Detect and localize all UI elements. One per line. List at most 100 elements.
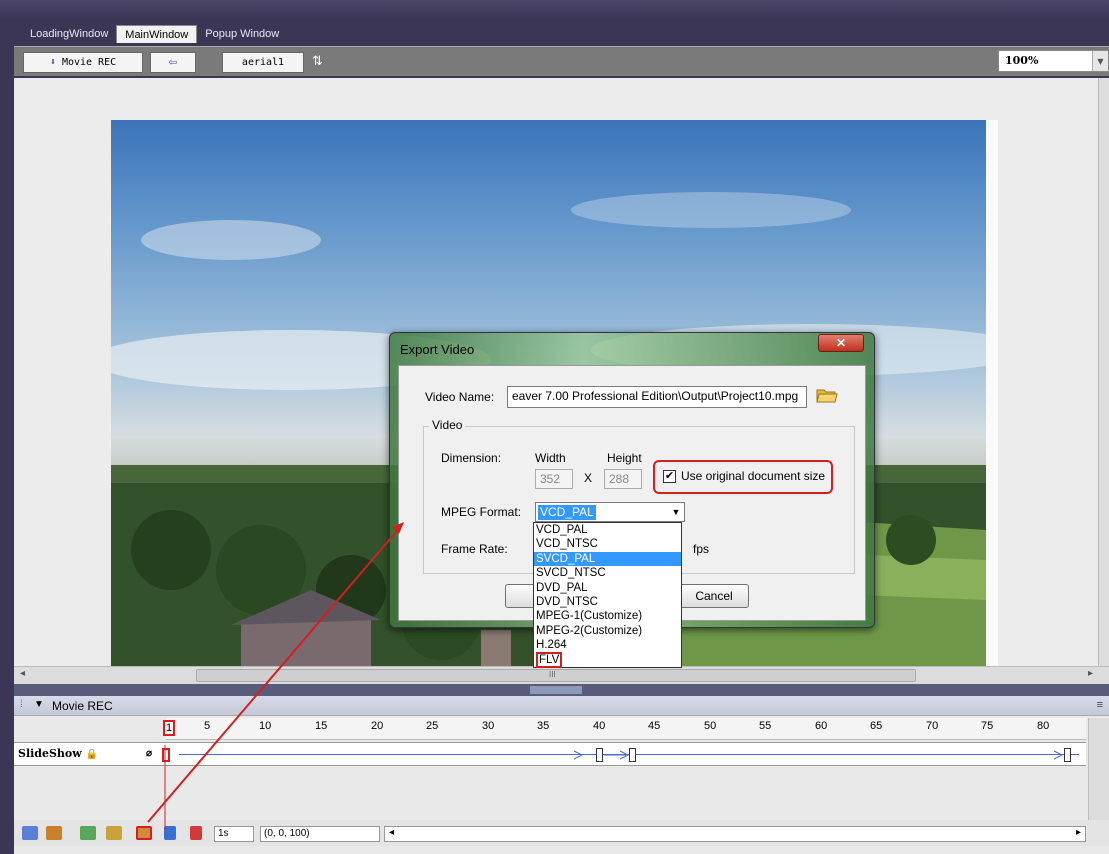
- keyframe[interactable]: [1064, 748, 1071, 762]
- canvas-edge: [986, 120, 998, 666]
- panel-menu-icon[interactable]: ≡: [1097, 699, 1103, 711]
- ruler-tick: 10: [259, 720, 272, 732]
- fps-label: fps: [693, 542, 710, 556]
- ruler-tick: 55: [759, 720, 772, 732]
- keyframe-start[interactable]: [162, 748, 170, 762]
- use-original-size-highlight: ✔ Use original document size: [653, 460, 833, 494]
- back-arrow-icon[interactable]: ⇦: [150, 52, 196, 73]
- panel-splitter[interactable]: [14, 684, 1109, 696]
- cancel-button[interactable]: Cancel: [679, 584, 749, 608]
- ruler-tick: 50: [704, 720, 717, 732]
- scroll-right-icon[interactable]: ▸: [1088, 668, 1093, 679]
- ruler-tick: 45: [648, 720, 661, 732]
- mpeg-format-dropdown-list: VCD_PAL VCD_NTSC SVCD_PAL SVCD_NTSC DVD_…: [533, 522, 682, 668]
- width-input[interactable]: 352: [535, 469, 573, 489]
- option-svcd-ntsc[interactable]: SVCD_NTSC: [534, 566, 681, 580]
- chevron-down-icon[interactable]: ▼: [1092, 51, 1108, 71]
- ruler-tick: 35: [537, 720, 550, 732]
- video-name-input[interactable]: eaver 7.00 Professional Edition\Output\P…: [507, 386, 807, 408]
- timeline-horizontal-scrollbar[interactable]: ◂ ▸: [384, 826, 1086, 842]
- timeline-toolbar: 1s (0, 0, 100) ◂ ▸: [14, 820, 1109, 846]
- layer-select[interactable]: aerial1: [222, 52, 304, 73]
- option-mpeg1-customize[interactable]: MPEG-1(Customize): [534, 609, 681, 623]
- ruler-tick: 5: [204, 720, 211, 732]
- mpeg-format-value: VCD_PAL: [538, 505, 596, 520]
- download-arrow-icon: ⬇: [49, 57, 56, 68]
- horizontal-scroll-thumb[interactable]: III: [196, 669, 916, 682]
- export-video-icon[interactable]: [136, 826, 152, 840]
- ruler-tick: 65: [870, 720, 883, 732]
- ruler-tick: 75: [981, 720, 994, 732]
- option-dvd-ntsc[interactable]: DVD_NTSC: [534, 595, 681, 609]
- option-dvd-pal[interactable]: DVD_PAL: [534, 581, 681, 595]
- option-vcd-ntsc[interactable]: VCD_NTSC: [534, 537, 681, 551]
- ruler-tick: 15: [315, 720, 328, 732]
- lock-icon[interactable]: 🔒: [86, 749, 98, 760]
- delete-layer-icon[interactable]: [190, 826, 202, 840]
- keyframe[interactable]: [596, 748, 603, 762]
- scroll-right-icon[interactable]: ▸: [1076, 827, 1081, 838]
- ruler-tick: 80: [1037, 720, 1050, 732]
- collapse-triangle-icon[interactable]: ▼: [34, 699, 44, 710]
- vertical-scrollbar[interactable]: [1098, 78, 1109, 666]
- chevron-down-icon[interactable]: ▼: [668, 503, 684, 521]
- frame-rate-label: Frame Rate:: [441, 542, 508, 556]
- zoom-value: 100%: [1005, 54, 1039, 67]
- video-name-label: Video Name:: [425, 390, 495, 404]
- tab-popup-window[interactable]: Popup Window: [197, 25, 287, 43]
- tab-main-window[interactable]: MainWindow: [116, 25, 198, 43]
- dimension-label: Dimension:: [441, 451, 502, 465]
- dimension-x-label: X: [584, 471, 593, 485]
- grip-icon: III: [549, 670, 556, 679]
- scroll-left-icon[interactable]: ◂: [20, 668, 25, 679]
- layer-name-label: SlideShow: [18, 747, 82, 760]
- ruler-tick: 70: [926, 720, 939, 732]
- keyframe[interactable]: [629, 748, 636, 762]
- scroll-left-icon[interactable]: ◂: [389, 827, 394, 838]
- movie-rec-button[interactable]: ⬇ Movie REC: [23, 52, 143, 73]
- tab-loading-window[interactable]: LoadingWindow: [22, 25, 116, 43]
- timeline-header: ⁞ ▼ Movie REC ≡: [14, 696, 1109, 716]
- option-vcd-pal[interactable]: VCD_PAL: [534, 523, 681, 537]
- horizontal-scrollbar[interactable]: ◂ III ▸: [14, 666, 1109, 684]
- option-flv[interactable]: FLV: [534, 651, 681, 668]
- frame-duration-field[interactable]: 1s: [214, 826, 254, 842]
- use-original-size-checkbox[interactable]: ✔: [663, 470, 676, 483]
- keyframe-copy-icon[interactable]: [106, 826, 122, 840]
- mpeg-format-label: MPEG Format:: [441, 505, 522, 519]
- width-label: Width: [535, 451, 566, 465]
- mpeg-format-select[interactable]: VCD_PAL ▼: [535, 502, 685, 522]
- timeline-title: Movie REC: [52, 699, 113, 713]
- option-mpeg2-customize[interactable]: MPEG-2(Customize): [534, 624, 681, 638]
- close-icon[interactable]: ✕: [818, 334, 864, 352]
- ruler-tick: 1: [163, 720, 176, 736]
- timeline-vertical-scrollbar[interactable]: [1088, 718, 1109, 820]
- ruler-tick: 60: [815, 720, 828, 732]
- coordinates-field[interactable]: (0, 0, 100): [260, 826, 380, 842]
- timeline-panel: ⁞ ▼ Movie REC ≡ 1 5 10 15 20 25 30 35 40…: [14, 696, 1109, 854]
- ruler-tick: 20: [371, 720, 384, 732]
- layer-name[interactable]: SlideShow 🔒 ⌀: [18, 744, 158, 764]
- zoom-select[interactable]: 100% ▼: [998, 50, 1109, 72]
- sort-icon[interactable]: ⇅: [312, 53, 323, 69]
- add-frame-icon[interactable]: [22, 826, 38, 840]
- video-group-label: Video: [429, 418, 466, 432]
- grip-icon: ⁞: [20, 699, 23, 710]
- add-layer-icon[interactable]: [164, 826, 176, 840]
- dialog-title: Export Video: [400, 342, 475, 357]
- app-title-strip: [0, 0, 1109, 22]
- visibility-icon[interactable]: ⌀: [146, 744, 152, 764]
- delete-frame-icon[interactable]: [46, 826, 62, 840]
- ruler-tick: 30: [482, 720, 495, 732]
- keyframe-add-icon[interactable]: [80, 826, 96, 840]
- frame-ruler[interactable]: 1 5 10 15 20 25 30 35 40 45 50 55 60 65 …: [163, 718, 1086, 740]
- height-input[interactable]: 288: [604, 469, 642, 489]
- movie-rec-label: Movie REC: [61, 57, 117, 68]
- option-flv-label: FLV: [536, 651, 563, 668]
- option-svcd-pal[interactable]: SVCD_PAL: [534, 551, 681, 567]
- option-h264[interactable]: H.264: [534, 638, 681, 652]
- splitter-handle[interactable]: [530, 686, 582, 694]
- use-original-size-label[interactable]: Use original document size: [681, 469, 825, 483]
- window-tabs: LoadingWindow MainWindow Popup Window: [22, 25, 287, 43]
- folder-open-icon[interactable]: [816, 386, 838, 404]
